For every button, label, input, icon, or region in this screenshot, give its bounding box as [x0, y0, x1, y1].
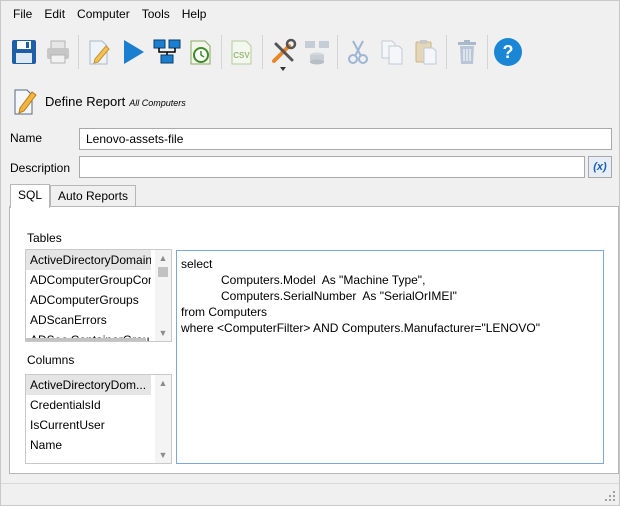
name-input[interactable]: Lenovo-assets-file: [79, 128, 612, 150]
toolbar-separator: [446, 35, 447, 69]
menu-computer[interactable]: Computer: [71, 1, 136, 27]
toolbar-separator: [487, 35, 488, 69]
menu-tools[interactable]: Tools: [136, 1, 176, 27]
edit-button[interactable]: [82, 32, 116, 72]
page-title: Define Report: [45, 93, 126, 109]
database-button[interactable]: [300, 32, 334, 72]
tab-auto-reports[interactable]: Auto Reports: [50, 185, 136, 208]
list-item[interactable]: ADScanErrors: [26, 310, 151, 330]
list-item[interactable]: Name: [26, 435, 151, 455]
cut-button[interactable]: [341, 32, 375, 72]
report-window: File Edit Computer Tools Help CSV ? Defi…: [0, 0, 620, 506]
horizontal-scroll-thumb[interactable]: [26, 338, 146, 341]
help-icon: ?: [494, 38, 522, 66]
paste-icon: [415, 40, 437, 65]
menu-edit[interactable]: Edit: [38, 1, 71, 27]
save-button[interactable]: [7, 32, 41, 72]
run-icon: [124, 40, 144, 64]
sql-tab-panel: Tables ActiveDirectoryDomain ADComputerG…: [9, 206, 619, 474]
report-header: Define Report All Computers: [13, 85, 186, 117]
network-button[interactable]: [150, 32, 184, 72]
status-bar: [1, 483, 619, 505]
sql-line: Computers.Model As "Machine Type",: [181, 273, 426, 287]
csv-icon: CSV: [231, 40, 252, 65]
paste-button[interactable]: [409, 32, 443, 72]
delete-button[interactable]: [450, 32, 484, 72]
sql-line: from Computers: [181, 305, 268, 319]
columns-label: Columns: [27, 353, 75, 367]
page-subtitle: All Computers: [129, 97, 186, 108]
list-item[interactable]: ADComputerGroupCon: [26, 270, 151, 290]
scroll-up-icon[interactable]: ▲: [155, 250, 171, 266]
toolbar: CSV ?: [1, 29, 619, 75]
toolbar-separator: [337, 35, 338, 69]
description-label: Description: [10, 161, 71, 175]
resize-grip-icon[interactable]: [605, 491, 615, 501]
edit-icon: [89, 40, 110, 65]
scroll-up-icon[interactable]: ▲: [155, 375, 171, 391]
tables-list[interactable]: ActiveDirectoryDomain ADComputerGroupCon…: [25, 249, 172, 342]
list-item[interactable]: ActiveDirectoryDom...: [26, 375, 151, 395]
schedule-button[interactable]: [184, 32, 218, 72]
print-button[interactable]: [41, 32, 75, 72]
list-item[interactable]: IsCurrentUser: [26, 415, 151, 435]
tools-icon: [272, 38, 297, 63]
menu-file[interactable]: File: [7, 1, 38, 27]
sql-line: where <ComputerFilter> AND Computers.Man…: [181, 321, 540, 335]
database-icon: [305, 41, 329, 65]
scroll-down-icon[interactable]: ▼: [155, 447, 171, 463]
name-label: Name: [10, 131, 43, 145]
insert-variable-button[interactable]: (x): [588, 156, 612, 178]
toolbar-separator: [78, 35, 79, 69]
menu-help[interactable]: Help: [176, 1, 213, 27]
tab-sql[interactable]: SQL: [10, 184, 50, 208]
list-item[interactable]: ActiveDirectoryDomain: [26, 250, 151, 270]
toolbar-separator: [221, 35, 222, 69]
help-button[interactable]: ?: [491, 32, 525, 72]
cut-icon: [348, 40, 368, 64]
save-icon: [12, 40, 36, 64]
sql-line: select: [181, 257, 213, 271]
menu-bar: File Edit Computer Tools Help: [1, 1, 619, 27]
sql-editor[interactable]: select Computers.Model As "Machine Type"…: [176, 250, 604, 464]
description-input[interactable]: [79, 156, 585, 178]
network-icon: [153, 39, 181, 64]
list-item[interactable]: ADComputerGroups: [26, 290, 151, 310]
schedule-icon: [190, 40, 211, 65]
scroll-down-icon[interactable]: ▼: [155, 325, 171, 341]
copy-button[interactable]: [375, 32, 409, 72]
run-button[interactable]: [116, 32, 150, 72]
tools-button[interactable]: [266, 32, 300, 72]
tables-scrollbar[interactable]: ▲ ▼: [155, 250, 171, 341]
columns-list[interactable]: ActiveDirectoryDom... CredentialsId IsCu…: [25, 374, 172, 464]
svg-text:CSV: CSV: [233, 51, 250, 60]
print-icon: [47, 40, 69, 64]
tables-label: Tables: [27, 231, 62, 245]
toolbar-separator: [262, 35, 263, 69]
delete-icon: [458, 40, 476, 64]
copy-icon: [381, 40, 403, 65]
svg-text:?: ?: [503, 42, 514, 62]
columns-scrollbar[interactable]: ▲ ▼: [155, 375, 171, 463]
sql-line: Computers.SerialNumber As "SerialOrIMEI": [181, 289, 457, 303]
scroll-thumb[interactable]: [158, 267, 168, 277]
chevron-down-icon: [280, 67, 286, 71]
export-csv-button[interactable]: CSV: [225, 32, 259, 72]
report-edit-icon: [14, 89, 37, 115]
list-item[interactable]: CredentialsId: [26, 395, 151, 415]
